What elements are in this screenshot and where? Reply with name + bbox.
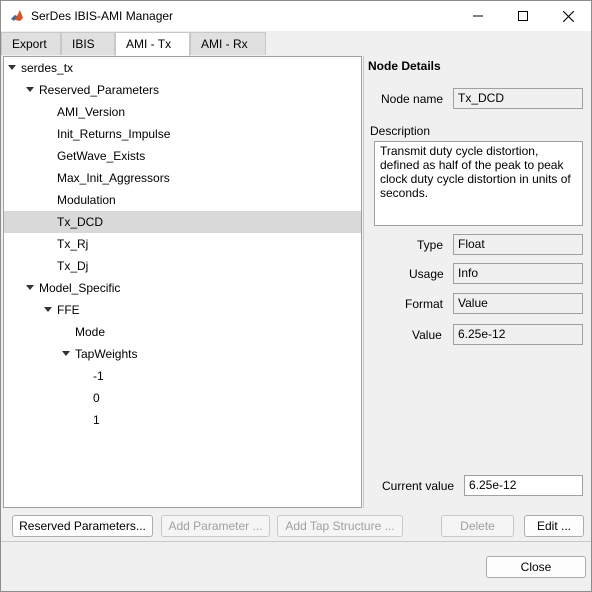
tree-node-label: TapWeights [75,347,138,361]
tree-node-label: FFE [57,303,80,317]
tree-node-label: Init_Returns_Impulse [57,127,171,141]
tree-node-mode[interactable]: Mode [4,321,361,343]
tree-node-ffe[interactable]: FFE [4,299,361,321]
tab-ami-rx[interactable]: AMI - Rx [190,32,266,55]
matlab-app-icon [10,9,24,23]
tree-node-label: 0 [93,391,100,405]
delete-button[interactable]: Delete [441,515,514,537]
maximize-button[interactable] [500,1,546,31]
type-label: Type [417,238,444,252]
ibis-ami-manager-window: SerDes IBIS-AMI Manager Export IBIS AMI … [0,0,592,592]
format-field: Value [453,293,583,314]
minimize-button[interactable] [455,1,501,31]
tree-node-reserved-parameters[interactable]: Reserved_Parameters [4,79,361,101]
value-label: Value [412,328,442,342]
expand-arrow-icon[interactable] [26,87,34,92]
tree-node-tap-1[interactable]: 1 [4,409,361,431]
close-button[interactable]: Close [486,556,586,578]
expand-arrow-icon[interactable] [26,285,34,290]
tree-node-label: Tx_DCD [57,215,104,229]
usage-field: Info [453,263,583,284]
type-field: Float [453,234,583,255]
tree-node-tx-dj[interactable]: Tx_Dj [4,255,361,277]
minimize-icon [473,15,483,17]
reserved-parameters-button[interactable]: Reserved Parameters... [12,515,153,537]
current-value-label: Current value [382,479,455,493]
tab-ibis[interactable]: IBIS [61,32,115,55]
tree-node-tap-minus-1[interactable]: -1 [4,365,361,387]
window-title: SerDes IBIS-AMI Manager [31,9,174,23]
expand-arrow-icon[interactable] [8,65,16,70]
tree-node-label: AMI_Version [57,105,126,119]
tree-node-tx-dcd[interactable]: Tx_DCD [4,211,361,233]
description-label: Description [370,124,431,138]
tree-node-label: serdes_tx [21,61,74,75]
tree-node-max-init-aggressors[interactable]: Max_Init_Aggressors [4,167,361,189]
expand-arrow-icon[interactable] [44,307,52,312]
tree-node-label: Model_Specific [39,281,121,295]
tree-node-label: Tx_Dj [57,259,89,273]
description-text: Transmit duty cycle distortion, defined … [374,141,583,226]
format-label: Format [405,297,444,311]
node-name-field: Tx_DCD [453,88,583,109]
title-bar: SerDes IBIS-AMI Manager [1,1,591,31]
add-tap-structure-button[interactable]: Add Tap Structure ... [277,515,403,537]
value-field: 6.25e-12 [453,324,583,345]
tree-node-label: Reserved_Parameters [39,83,160,97]
expand-arrow-icon[interactable] [62,351,70,356]
tree-node-ami-version[interactable]: AMI_Version [4,101,361,123]
tree-node-label: Tx_Rj [57,237,89,251]
tab-bar: Export IBIS AMI - Tx AMI - Rx [1,32,591,56]
add-parameter-button[interactable]: Add Parameter ... [161,515,270,537]
tree-node-init-returns-impulse[interactable]: Init_Returns_Impulse [4,123,361,145]
tree-node-label: 1 [93,413,100,427]
tree-node-label: Modulation [57,193,116,207]
tab-ami-tx[interactable]: AMI - Tx [115,32,190,56]
panel-divider[interactable] [363,56,364,508]
tree-node-label: -1 [93,369,104,383]
tree-node-tap-0[interactable]: 0 [4,387,361,409]
tree-node-model-specific[interactable]: Model_Specific [4,277,361,299]
node-details-title: Node Details [368,59,441,73]
usage-label: Usage [409,267,444,281]
current-value-input[interactable]: 6.25e-12 [464,475,583,496]
tree-node-label: Max_Init_Aggressors [57,171,170,185]
tree-node-modulation[interactable]: Modulation [4,189,361,211]
tree-node-getwave-exists[interactable]: GetWave_Exists [4,145,361,167]
tree-node-label: GetWave_Exists [57,149,146,163]
edit-button[interactable]: Edit ... [524,515,584,537]
tab-export[interactable]: Export [1,32,61,55]
tree-node-label: Mode [75,325,106,339]
close-icon [562,10,574,22]
close-window-button[interactable] [545,1,591,31]
tree-node-tx-rj[interactable]: Tx_Rj [4,233,361,255]
node-name-label: Node name [381,92,444,106]
footer-separator [1,541,591,542]
parameter-tree[interactable]: serdes_tx Reserved_Parameters AMI_Versio… [3,56,362,508]
tree-node-root[interactable]: serdes_tx [4,57,361,79]
tree-node-tapweights[interactable]: TapWeights [4,343,361,365]
maximize-icon [518,11,528,21]
